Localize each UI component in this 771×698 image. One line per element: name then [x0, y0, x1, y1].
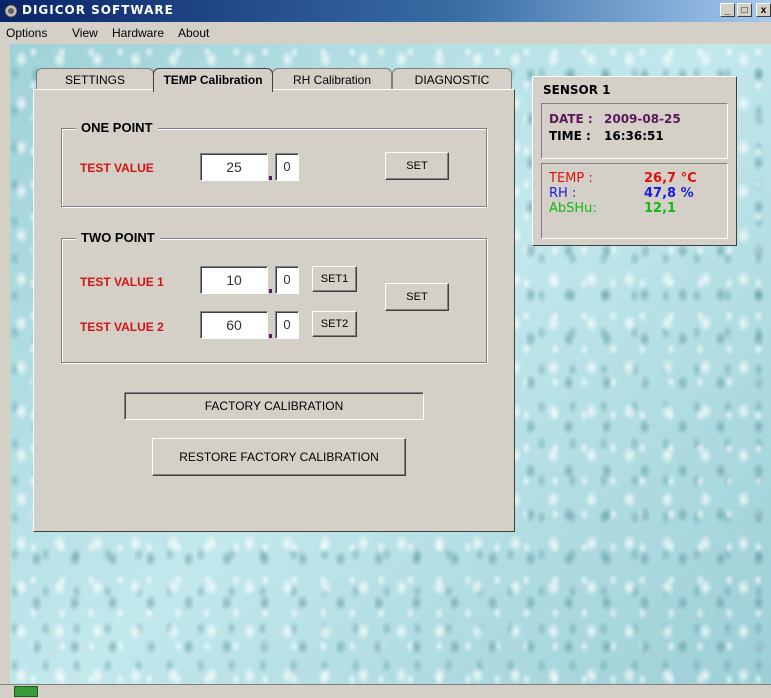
- temp-label: TEMP :: [549, 171, 593, 186]
- sensor-readings-box: TEMP : 26,7 °C RH : 47,8 % AbSHu: 12,1: [541, 163, 728, 239]
- one-point-group: ONE POINT TEST VALUE 25 0 SET: [61, 120, 487, 207]
- set1-button[interactable]: SET1: [312, 266, 357, 292]
- menu-bar: Options View Hardware About: [0, 22, 771, 44]
- app-icon: [4, 4, 18, 18]
- two-point-set-button[interactable]: SET: [385, 283, 449, 311]
- menu-about[interactable]: About: [178, 26, 209, 40]
- sensor-datetime-box: DATE : 2009-08-25 TIME : 16:36:51: [541, 103, 728, 159]
- sensor-panel: SENSOR 1 DATE : 2009-08-25 TIME : 16:36:…: [532, 76, 737, 246]
- tab-settings[interactable]: SETTINGS: [36, 68, 154, 90]
- abshu-label: AbSHu:: [549, 201, 597, 216]
- one-point-value-input[interactable]: 25: [200, 153, 268, 181]
- menu-hardware[interactable]: Hardware: [112, 26, 164, 40]
- test-value-2-label: TEST VALUE 2: [80, 320, 164, 334]
- minimize-button[interactable]: _: [720, 3, 735, 17]
- one-point-set-button[interactable]: SET: [385, 152, 449, 180]
- factory-calibration-status: FACTORY CALIBRATION: [124, 392, 424, 420]
- tab-temp-calibration[interactable]: TEMP Calibration: [153, 68, 273, 92]
- abshu-value: 12,1: [644, 201, 677, 216]
- two-point-value1-input[interactable]: 10: [200, 266, 268, 294]
- status-bar: [0, 684, 771, 698]
- date-value: 2009-08-25: [604, 112, 681, 126]
- temp-value: 26,7 °C: [644, 171, 697, 186]
- sensor-title: SENSOR 1: [543, 83, 611, 97]
- two-point-value2-spin-tick: [269, 334, 272, 338]
- one-point-decimal-input[interactable]: 0: [275, 153, 299, 181]
- date-label: DATE :: [549, 112, 593, 126]
- rh-label: RH :: [549, 186, 577, 201]
- two-point-title: TWO POINT: [76, 230, 160, 245]
- window-title: DIGICOR SOFTWARE: [22, 3, 174, 17]
- rh-value: 47,8 %: [644, 186, 694, 201]
- set2-button[interactable]: SET2: [312, 311, 357, 337]
- two-point-value1-decimal-input[interactable]: 0: [275, 266, 299, 294]
- one-point-title: ONE POINT: [76, 120, 158, 135]
- two-point-value2-input[interactable]: 60: [200, 311, 268, 339]
- time-label: TIME :: [549, 129, 591, 143]
- test-value-label: TEST VALUE: [80, 161, 154, 175]
- temp-calibration-panel: ONE POINT TEST VALUE 25 0 SET TWO POINT …: [33, 89, 515, 532]
- tab-diagnostic[interactable]: DIAGNOSTIC: [392, 68, 512, 90]
- one-point-spin-tick: [269, 176, 272, 180]
- test-value-1-label: TEST VALUE 1: [80, 275, 164, 289]
- menu-options[interactable]: Options: [6, 26, 47, 40]
- two-point-value2-decimal-input[interactable]: 0: [275, 311, 299, 339]
- two-point-group: TWO POINT TEST VALUE 1 10 0 SET1 TEST VA…: [61, 230, 487, 363]
- title-bar: DIGICOR SOFTWARE _ □ x: [0, 0, 771, 22]
- time-value: 16:36:51: [604, 129, 664, 143]
- restore-factory-calibration-button[interactable]: RESTORE FACTORY CALIBRATION: [152, 438, 406, 476]
- menu-view[interactable]: View: [72, 26, 98, 40]
- tab-rh-calibration[interactable]: RH Calibration: [272, 68, 392, 90]
- maximize-button[interactable]: □: [737, 3, 752, 17]
- connection-icon: [14, 686, 38, 697]
- two-point-value1-spin-tick: [269, 289, 272, 293]
- close-button[interactable]: x: [756, 3, 771, 17]
